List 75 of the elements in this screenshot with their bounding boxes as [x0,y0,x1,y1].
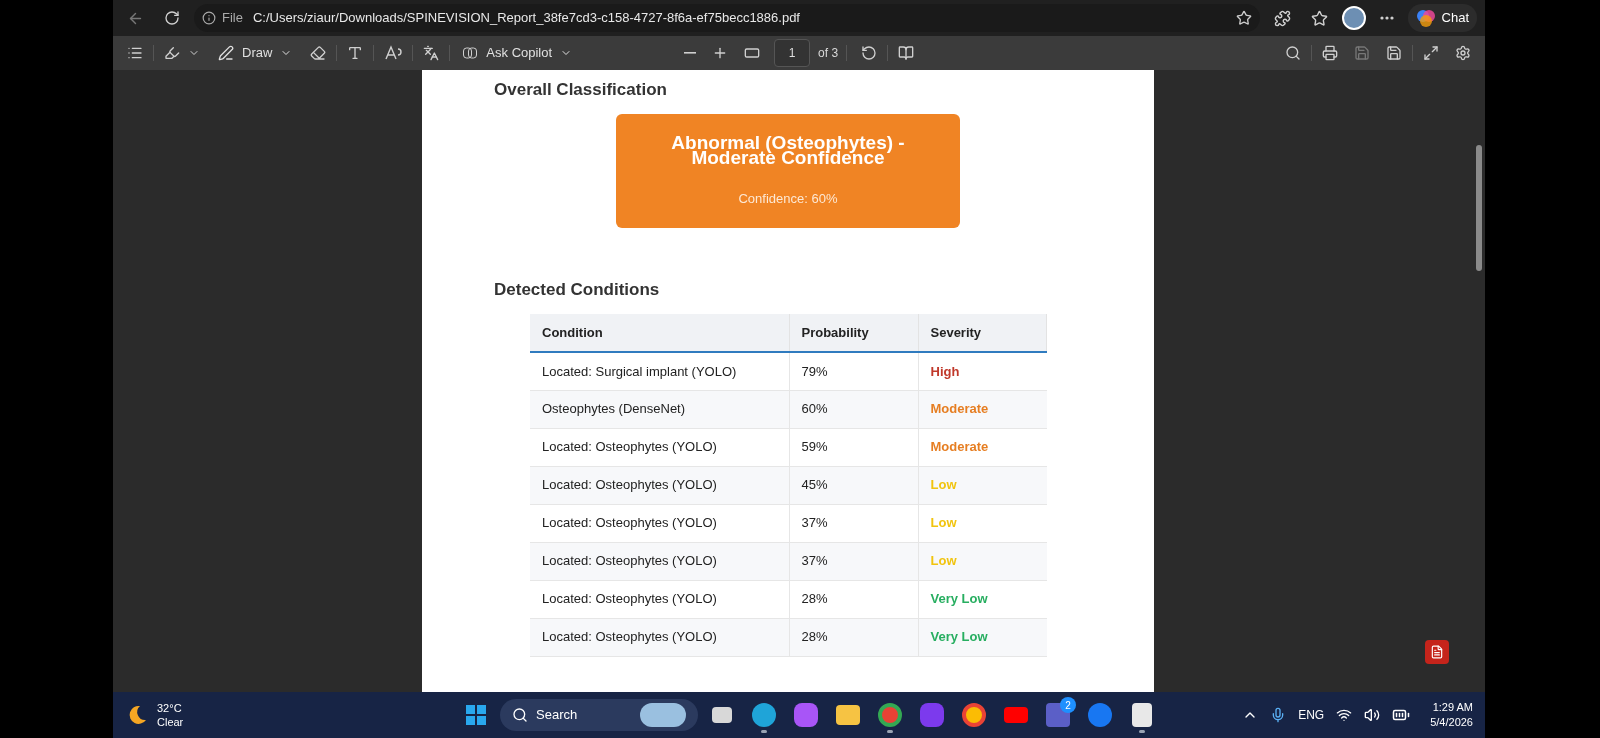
column-header: Severity [918,314,1047,352]
severity-text: Very Low [918,580,1047,618]
puzzle-icon [1273,9,1291,27]
table-cell: 28% [789,580,918,618]
text-box-icon [347,45,364,61]
severity-text: Low [918,504,1047,542]
expand-icon [1423,45,1439,61]
table-cell: Osteophytes (DenseNet) [530,390,789,428]
page-count: of 3 [818,45,839,62]
table-cell: 59% [789,428,918,466]
url-text: C:/Users/ziaur/Downloads/SPINEVISION_Report_38fe7cd3-c158-4727-8f6a-ef75becc1886.pdf [252,9,800,28]
severity-text: Moderate [918,390,1047,428]
translate-icon [423,45,440,61]
pen-icon [218,45,234,61]
severity-text: Low [918,466,1047,504]
table-cell: 60% [789,390,918,428]
eraser-icon [310,45,327,61]
book-icon [898,45,915,61]
draw-button[interactable]: Draw [210,39,301,67]
table-cell: Located: Osteophytes (YOLO) [530,466,789,504]
weather-text: Clear [157,715,184,729]
info-icon [202,11,216,25]
ellipsis-icon [1379,16,1394,20]
page-number-field[interactable]: 1 [774,39,811,67]
address-bar[interactable]: File C:/Users/ziaur/Downloads/SPINEVISION_Report_38fe7cd3-c158-4727-8f6a-ef75becc1886.pdf [194,4,1260,32]
wifi-icon[interactable] [1336,707,1353,723]
confidence-text: Confidence: 60% [738,189,838,208]
table-cell: Located: Osteophytes (YOLO) [530,504,789,542]
list-icon [127,45,143,61]
profile-avatar[interactable] [1341,6,1366,30]
search-label: Search [536,706,578,725]
print-icon [1322,45,1338,61]
classification-title: Abnormal (Osteophytes) - Moderate Confidence [670,134,906,165]
table-cell: Located: Osteophytes (YOLO) [530,428,789,466]
refresh-icon [164,10,180,26]
language-indicator[interactable]: ENG [1298,706,1325,724]
severity-text: Low [918,542,1047,580]
save-icon [1386,45,1402,61]
favorite-icon[interactable] [1235,10,1252,26]
table-cell: Located: Osteophytes (YOLO) [530,542,789,580]
column-header: Probability [789,314,918,352]
highlighter-icon [164,45,180,61]
fit-width-icon [744,45,761,61]
table-cell: Located: Osteophytes (YOLO) [530,618,789,656]
table-cell: Located: Surgical implant (YOLO) [530,352,789,390]
section-heading: Detected Conditions [494,278,661,301]
minus-icon [684,52,697,54]
table-cell: 28% [789,618,918,656]
pdf-icon[interactable] [1425,640,1449,664]
read-aloud-icon [384,45,403,61]
table-cell: 79% [789,352,918,390]
volume-icon[interactable] [1364,707,1381,723]
clock-date[interactable]: 5/4/2026 [1430,715,1473,730]
table-cell: 37% [789,504,918,542]
notification-badge: 2 [1060,697,1076,713]
severity-text: High [918,352,1047,390]
rotate-icon [861,45,878,61]
save-icon [1354,45,1370,61]
chat-button[interactable]: Chat [1407,4,1477,32]
search-icon [1285,45,1301,61]
table-cell: 37% [789,542,918,580]
table-cell: 45% [789,466,918,504]
temperature-text: 32°C [157,701,183,715]
taskbar-search[interactable]: Search [500,699,698,731]
severity-text: Very Low [918,618,1047,656]
table-cell: Located: Osteophytes (YOLO) [530,580,789,618]
settings-icon [1455,45,1471,61]
severity-text: Moderate [918,428,1047,466]
column-header: Condition [530,314,789,352]
ask-copilot-button[interactable]: Ask Copilot [454,39,581,67]
section-heading: Overall Classification [494,79,668,101]
clock-time[interactable]: 1:29 AM [1432,700,1473,715]
star-icon [1310,9,1328,27]
address-prefix: File [222,9,243,28]
search-icon [512,707,528,723]
